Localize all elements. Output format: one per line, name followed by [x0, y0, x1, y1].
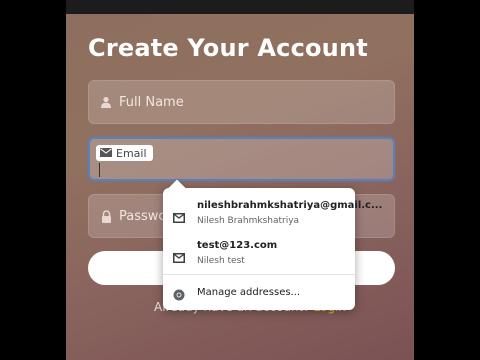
- full-name-placeholder: Full Name: [119, 94, 184, 110]
- suggestion-email: nileshbrahmkshatriya@gmail.c...: [197, 200, 383, 211]
- email-icon: [173, 208, 185, 223]
- autofill-suggestion[interactable]: test@123.com Nilesh test: [163, 232, 355, 272]
- chrome-icon: [173, 286, 185, 301]
- top-bar: [66, 0, 414, 14]
- autofill-dropdown: nileshbrahmkshatriya@gmail.c... Nilesh B…: [163, 188, 382, 310]
- signup-page: Create Your Account Full Name Email Pass…: [66, 0, 414, 360]
- email-floating-label: Email: [96, 145, 153, 161]
- email-label: Email: [116, 146, 147, 160]
- user-icon: [99, 95, 113, 109]
- full-name-field[interactable]: Full Name: [88, 80, 395, 124]
- page-title: Create Your Account: [88, 34, 368, 62]
- email-icon: [173, 248, 185, 263]
- right-letterbox: [414, 0, 480, 360]
- suggestion-name: Nilesh test: [197, 256, 245, 266]
- envelope-icon: [100, 147, 112, 160]
- email-field[interactable]: Email: [88, 137, 395, 181]
- suggestion-email: test@123.com: [197, 240, 278, 251]
- divider: [163, 274, 355, 275]
- manage-addresses-label: Manage addresses...: [197, 287, 301, 298]
- lock-icon: [99, 209, 113, 223]
- suggestion-name: Nilesh Brahmkshatriya: [197, 216, 300, 226]
- left-letterbox: [0, 0, 66, 360]
- manage-addresses-item[interactable]: Manage addresses...: [163, 280, 355, 306]
- autofill-suggestion[interactable]: nileshbrahmkshatriya@gmail.c... Nilesh B…: [163, 192, 382, 232]
- text-caret: [99, 163, 100, 177]
